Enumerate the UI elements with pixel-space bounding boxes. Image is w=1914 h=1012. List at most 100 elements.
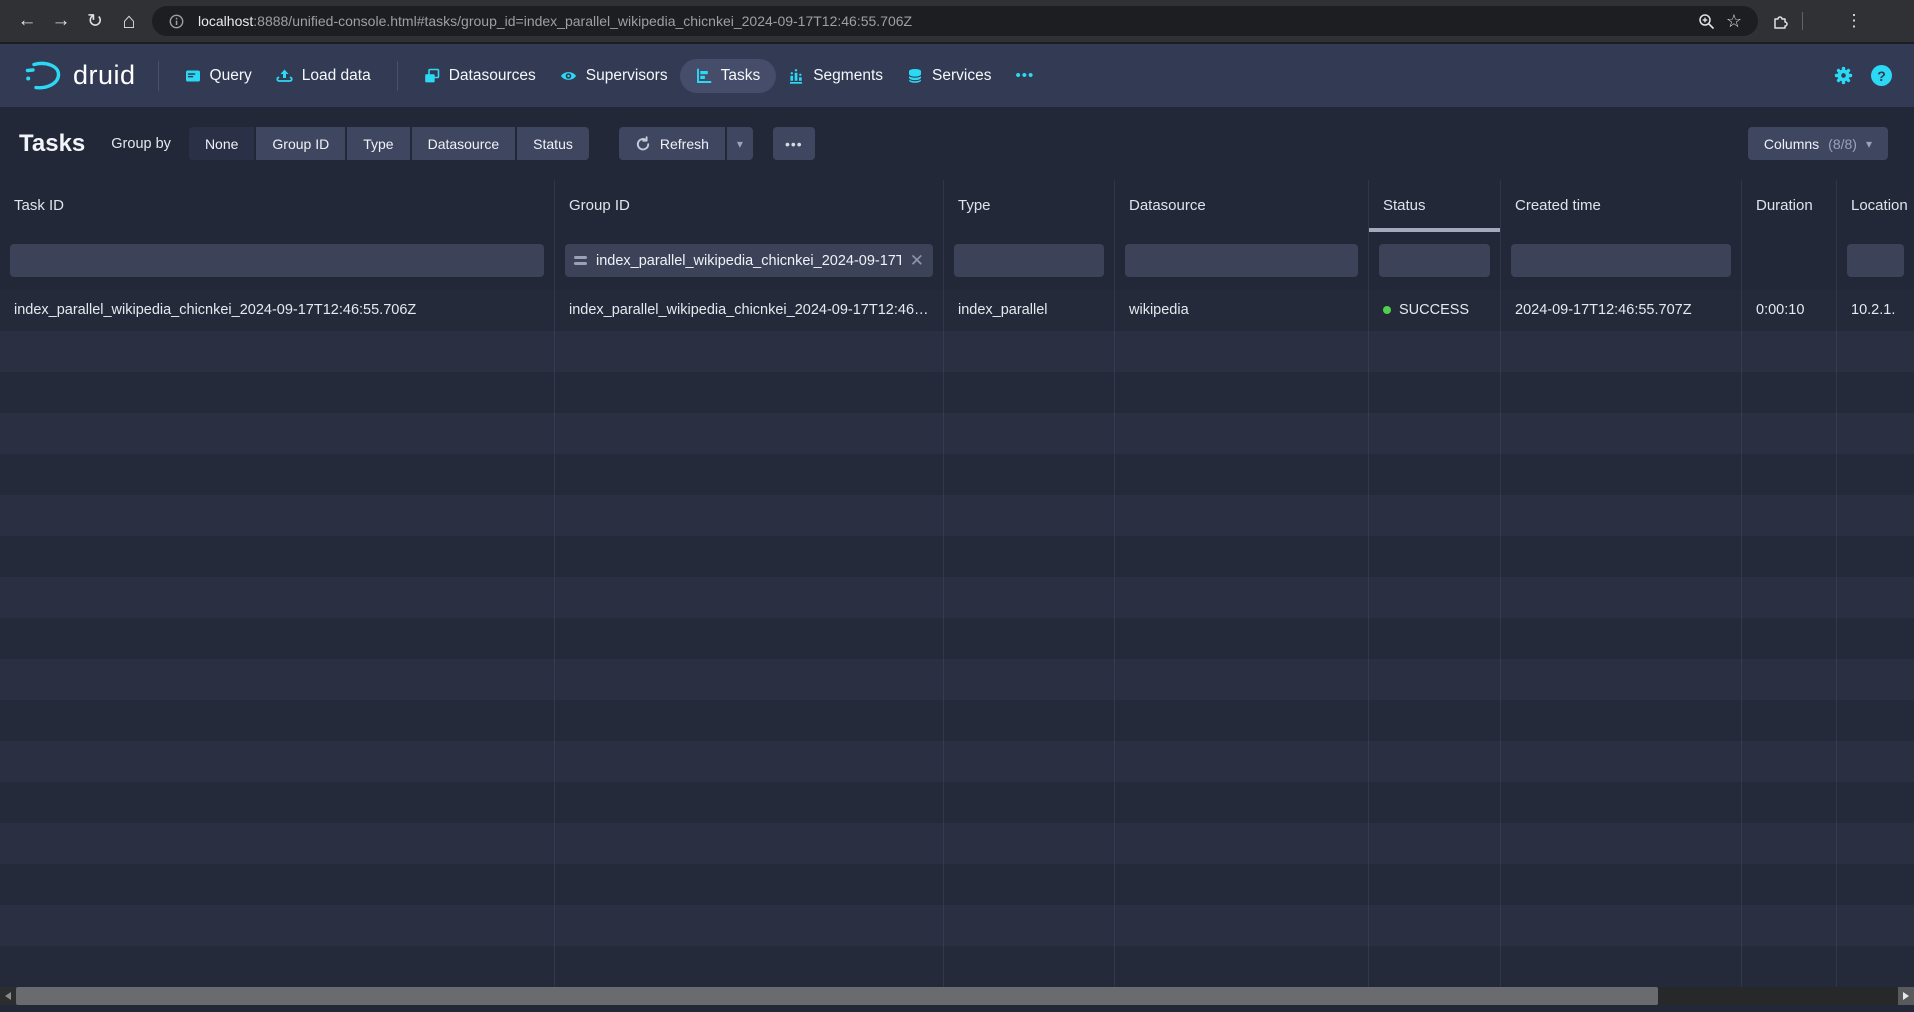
empty-cell: [1500, 577, 1741, 618]
nav-item-query[interactable]: Query: [173, 59, 264, 93]
column-header-duration[interactable]: Duration: [1741, 180, 1836, 232]
cloud-upload-icon: [276, 68, 293, 84]
help-icon[interactable]: ?: [1871, 65, 1892, 86]
refresh-button[interactable]: Refresh: [619, 127, 725, 160]
empty-row: [0, 741, 1914, 782]
task-row[interactable]: index_parallel_wikipedia_chicnkei_2024-0…: [0, 290, 1914, 331]
column-header-type[interactable]: Type: [943, 180, 1114, 232]
column-header-status[interactable]: Status: [1368, 180, 1500, 232]
clear-filter-icon[interactable]: ✕: [910, 252, 924, 269]
cell-group-id[interactable]: index_parallel_wikipedia_chicnkei_2024-0…: [554, 290, 943, 331]
group-id-filter-chip[interactable]: index_parallel_wikipedia_chicnkei_2024-0…: [565, 244, 933, 277]
empty-cell: [1836, 454, 1914, 495]
type-filter-input[interactable]: [954, 244, 1104, 277]
empty-cell: [1836, 782, 1914, 823]
empty-cell: [554, 659, 943, 700]
zoom-icon[interactable]: [1692, 7, 1720, 35]
empty-cell: [1836, 577, 1914, 618]
cell-task-id[interactable]: index_parallel_wikipedia_chicnkei_2024-0…: [0, 290, 554, 331]
nav-label: Supervisors: [586, 67, 668, 85]
datasource-filter-input[interactable]: [1125, 244, 1358, 277]
column-header-created-time[interactable]: Created time: [1500, 180, 1741, 232]
nav-item-segments[interactable]: Segments: [776, 59, 895, 93]
scrollbar-track[interactable]: [1658, 987, 1898, 1005]
empty-cell: [943, 782, 1114, 823]
empty-cell: [1836, 331, 1914, 372]
nav-more-icon[interactable]: •••: [1003, 59, 1046, 93]
table-body: index_parallel_wikipedia_chicnkei_2024-0…: [0, 290, 1914, 987]
database-icon: [907, 68, 923, 84]
empty-cell: [1368, 618, 1500, 659]
group-by-type-button[interactable]: Type: [347, 127, 409, 160]
cell-created-time[interactable]: 2024-09-17T12:46:55.707Z: [1500, 290, 1741, 331]
menu-kebab-icon[interactable]: ⋮: [1837, 4, 1871, 38]
location-filter-input[interactable]: [1847, 244, 1904, 277]
cell-duration[interactable]: 0:00:10: [1741, 290, 1836, 331]
scroll-right-arrow-icon[interactable]: [1898, 987, 1914, 1005]
cell-status[interactable]: SUCCESS: [1368, 290, 1500, 331]
empty-cell: [943, 495, 1114, 536]
nav-item-services[interactable]: Services: [895, 59, 1003, 93]
created-time-filter-input[interactable]: [1511, 244, 1731, 277]
empty-cell: [1114, 659, 1368, 700]
empty-cell: [1741, 577, 1836, 618]
empty-cell: [1741, 413, 1836, 454]
refresh-interval-caret-button[interactable]: ▾: [727, 127, 753, 160]
nav-item-load-data[interactable]: Load data: [264, 59, 383, 93]
query-icon: [185, 68, 201, 84]
empty-cell: [943, 454, 1114, 495]
divider: [158, 61, 159, 91]
success-status-dot: [1383, 306, 1391, 314]
druid-brand[interactable]: druid: [14, 60, 144, 92]
nav-item-datasources[interactable]: Datasources: [412, 59, 548, 93]
empty-cell: [943, 372, 1114, 413]
cell-location[interactable]: 10.2.1.: [1836, 290, 1914, 331]
settings-gear-icon[interactable]: [1834, 66, 1853, 85]
cell-datasource[interactable]: wikipedia: [1114, 290, 1368, 331]
address-bar[interactable]: localhost:8888/unified-console.html#task…: [152, 6, 1758, 36]
status-filter-input[interactable]: [1379, 244, 1490, 277]
empty-cell: [1114, 823, 1368, 864]
empty-cell: [1114, 741, 1368, 782]
reload-icon[interactable]: ↻: [78, 4, 112, 38]
group-by-none-button[interactable]: None: [189, 127, 254, 160]
empty-cell: [1368, 905, 1500, 946]
profile-avatar[interactable]: [1811, 8, 1837, 34]
group-by-status-button[interactable]: Status: [517, 127, 589, 160]
view-more-actions-button[interactable]: •••: [773, 127, 815, 160]
divider: [397, 61, 398, 91]
bookmark-star-icon[interactable]: ☆: [1720, 7, 1748, 35]
group-by-group-id-button[interactable]: Group ID: [256, 127, 345, 160]
empty-cell: [1836, 495, 1914, 536]
column-header-task-id[interactable]: Task ID: [0, 180, 554, 232]
empty-cell: [943, 905, 1114, 946]
back-icon[interactable]: ←: [10, 4, 44, 38]
empty-cell: [1500, 536, 1741, 577]
empty-cell: [1368, 577, 1500, 618]
group-by-datasource-button[interactable]: Datasource: [412, 127, 516, 160]
empty-cell: [1114, 372, 1368, 413]
column-header-group-id[interactable]: Group ID: [554, 180, 943, 232]
nav-label: •••: [1015, 67, 1034, 84]
horizontal-scrollbar[interactable]: [0, 987, 1914, 1005]
home-icon[interactable]: ⌂: [112, 4, 146, 38]
empty-cell: [0, 536, 554, 577]
nav-item-supervisors[interactable]: Supervisors: [548, 59, 680, 93]
nav-item-tasks[interactable]: Tasks: [680, 59, 777, 93]
column-header-location[interactable]: Location: [1836, 180, 1914, 232]
empty-cell: [1500, 946, 1741, 987]
columns-picker-button[interactable]: Columns (8/8) ▾: [1748, 127, 1888, 160]
extensions-icon[interactable]: [1766, 7, 1794, 35]
empty-row: [0, 413, 1914, 454]
empty-cell: [1368, 741, 1500, 782]
task-id-filter-input[interactable]: [10, 244, 544, 277]
scroll-left-arrow-icon[interactable]: [0, 987, 16, 1005]
cell-type[interactable]: index_parallel: [943, 290, 1114, 331]
scrollbar-thumb[interactable]: [16, 987, 1658, 1005]
empty-cell: [1741, 782, 1836, 823]
column-header-datasource[interactable]: Datasource: [1114, 180, 1368, 232]
site-info-icon[interactable]: [162, 7, 190, 35]
empty-cell: [0, 454, 554, 495]
forward-icon[interactable]: →: [44, 4, 78, 38]
empty-cell: [1368, 659, 1500, 700]
